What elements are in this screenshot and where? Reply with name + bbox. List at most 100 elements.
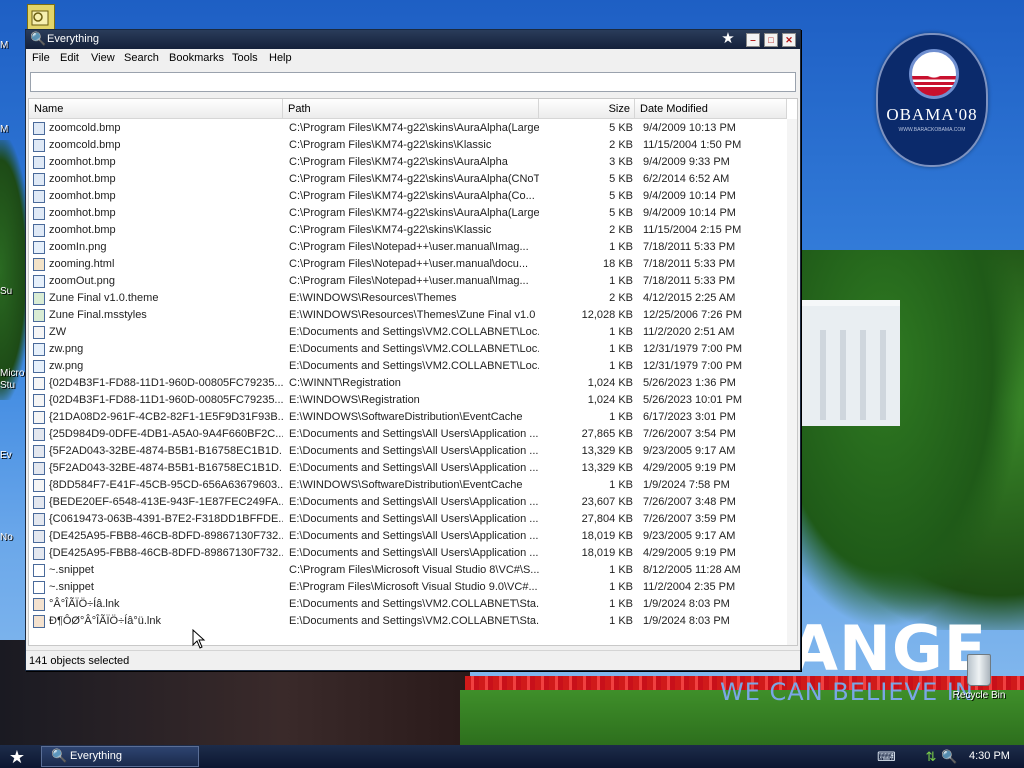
cell-size: 1 KB xyxy=(609,326,633,338)
menu-view[interactable]: View xyxy=(91,52,115,64)
status-bar: 141 objects selected xyxy=(26,650,800,670)
generic-file-icon xyxy=(33,377,45,390)
table-row[interactable]: {8DD584F7-E41F-45CB-95CD-656A63679603...… xyxy=(29,477,787,494)
installer-file-icon xyxy=(33,530,45,543)
cell-date: 9/23/2005 9:17 AM xyxy=(643,530,736,542)
column-header-name[interactable]: Name xyxy=(29,99,283,119)
table-row[interactable]: {02D4B3F1-FD88-11D1-960D-00805FC79235...… xyxy=(29,375,787,392)
column-header-size[interactable]: Size xyxy=(539,99,635,119)
cell-date: 7/26/2007 3:59 PM xyxy=(643,513,736,525)
search-input[interactable] xyxy=(30,72,796,92)
table-row[interactable]: {02D4B3F1-FD88-11D1-960D-00805FC79235...… xyxy=(29,392,787,409)
vertical-scrollbar[interactable] xyxy=(787,119,797,645)
cell-date: 11/15/2004 2:15 PM xyxy=(643,224,742,236)
star-icon[interactable]: ★ xyxy=(720,31,736,47)
table-row[interactable]: zw.png E:\Documents and Settings\VM2.COLL… xyxy=(29,358,787,375)
cell-path: E:\WINDOWS\Resources\Themes\Zune Final v… xyxy=(289,309,536,321)
menu-edit[interactable]: Edit xyxy=(60,52,79,64)
cell-path: E:\Documents and Settings\VM2.COLLABNET\… xyxy=(289,615,539,627)
desktop-icon-label[interactable]: M xyxy=(0,40,8,51)
cell-path: E:\Documents and Settings\All Users\Appl… xyxy=(289,496,539,508)
clock[interactable]: 4:30 PM xyxy=(969,750,1010,762)
cell-size: 1 KB xyxy=(609,479,633,491)
desktop-icon-label[interactable]: Su xyxy=(0,286,12,297)
cell-name: Ð¶ÔØ°Â°ÎÃÏÖ÷Íâ°ü.lnk xyxy=(49,615,161,627)
recycle-bin[interactable]: Recycle Bin xyxy=(944,654,1014,701)
table-row[interactable]: {BEDE20EF-6548-413E-943F-1E87FEC249FA...… xyxy=(29,494,787,511)
table-row[interactable]: zoomIn.png C:\Program Files\Notepad++\use… xyxy=(29,239,787,256)
desktop-icon-label[interactable]: M xyxy=(0,124,8,135)
taskbar-button-everything[interactable]: 🔍 Everything xyxy=(41,746,199,767)
column-header-path[interactable]: Path xyxy=(283,99,539,119)
cell-date: 8/12/2005 11:28 AM xyxy=(643,564,741,576)
table-row[interactable]: {DE425A95-FBB8-46CB-8DFD-89867130F732...… xyxy=(29,545,787,562)
building-column xyxy=(820,330,826,420)
desktop-icon-label[interactable]: Micro xyxy=(0,368,24,379)
table-row[interactable]: zoomhot.bmp C:\Program Files\KM74-g22\ski… xyxy=(29,222,787,239)
installer-file-icon xyxy=(33,445,45,458)
close-button[interactable]: ✕ xyxy=(782,33,796,47)
text-file-icon xyxy=(33,564,45,577)
network-icon[interactable]: ⇅ xyxy=(923,749,939,765)
shortcut-file-icon xyxy=(33,615,45,628)
table-row[interactable]: Ð¶ÔØ°Â°ÎÃÏÖ÷Íâ°ü.lnk E:\Documents and Set… xyxy=(29,613,787,630)
table-row[interactable]: {5F2AD043-32BE-4874-B5B1-B16758EC1B1D...… xyxy=(29,460,787,477)
cell-path: E:\Documents and Settings\All Users\Appl… xyxy=(289,547,539,559)
table-row[interactable]: Zune Final.msstyles E:\WINDOWS\Resources\… xyxy=(29,307,787,324)
menu-tools[interactable]: Tools xyxy=(232,52,258,64)
table-row[interactable]: {DE425A95-FBB8-46CB-8DFD-89867130F732...… xyxy=(29,528,787,545)
menu-file[interactable]: File xyxy=(32,52,50,64)
desktop-icon-label[interactable]: Stu xyxy=(0,380,15,391)
table-row[interactable]: Zune Final v1.0.theme E:\WINDOWS\Resource… xyxy=(29,290,787,307)
building-column xyxy=(860,330,866,420)
column-header-date[interactable]: Date Modified xyxy=(635,99,787,119)
cell-size: 2 KB xyxy=(609,224,633,236)
maximize-button[interactable]: □ xyxy=(764,33,778,47)
image-file-icon xyxy=(33,343,45,356)
table-row[interactable]: zoomcold.bmp C:\Program Files\KM74-g22\sk… xyxy=(29,120,787,137)
cell-size: 1 KB xyxy=(609,581,633,593)
cell-date: 7/18/2011 5:33 PM xyxy=(643,275,736,287)
table-row[interactable]: zooming.html C:\Program Files\Notepad++\u… xyxy=(29,256,787,273)
desktop-icon-label[interactable]: No xyxy=(0,532,13,543)
menu-help[interactable]: Help xyxy=(269,52,292,64)
table-row[interactable]: zoomcold.bmp C:\Program Files\KM74-g22\sk… xyxy=(29,137,787,154)
table-row[interactable]: zoomhot.bmp C:\Program Files\KM74-g22\ski… xyxy=(29,188,787,205)
menu-search[interactable]: Search xyxy=(124,52,159,64)
table-row[interactable]: ~.snippet C:\Program Files\Microsoft Visu… xyxy=(29,562,787,579)
menu-bookmarks[interactable]: Bookmarks xyxy=(169,52,224,64)
keyboard-icon[interactable]: ⌨ xyxy=(877,749,896,765)
table-row[interactable]: {21DA08D2-961F-4CB2-82F1-1E5F9D31F93B...… xyxy=(29,409,787,426)
cell-name: zoomOut.png xyxy=(49,275,116,287)
table-row[interactable]: zoomhot.bmp C:\Program Files\KM74-g22\ski… xyxy=(29,154,787,171)
desktop-icon-label[interactable]: Ev xyxy=(0,450,12,461)
text-file-icon xyxy=(33,581,45,594)
title-bar[interactable]: 🔍 Everything ★ ‒ □ ✕ xyxy=(26,30,800,49)
table-row[interactable]: zoomOut.png C:\Program Files\Notepad++\us… xyxy=(29,273,787,290)
cell-name: °Â°ÎÃÏÖ÷Íâ.lnk xyxy=(49,598,120,610)
cell-size: 5 KB xyxy=(609,207,633,219)
cell-name: {21DA08D2-961F-4CB2-82F1-1E5F9D31F93B... xyxy=(49,411,283,423)
table-row[interactable]: zw.png E:\Documents and Settings\VM2.COLL… xyxy=(29,341,787,358)
table-row[interactable]: °Â°ÎÃÏÖ÷Íâ.lnk E:\Documents and Settings\… xyxy=(29,596,787,613)
table-row[interactable]: {C0619473-063B-4391-B7E2-F318DD1BFFDE...… xyxy=(29,511,787,528)
cell-path: E:\Documents and Settings\VM2.COLLABNET\… xyxy=(289,598,539,610)
start-button[interactable]: ★ xyxy=(6,746,28,768)
table-row[interactable]: {5F2AD043-32BE-4874-B5B1-B16758EC1B1D...… xyxy=(29,443,787,460)
table-row[interactable]: {25D984D9-0DFE-4DB1-A5A0-9A4F660BF2C... E… xyxy=(29,426,787,443)
minimize-button[interactable]: ‒ xyxy=(746,33,760,47)
cell-date: 7/18/2011 5:33 PM xyxy=(643,258,736,270)
cell-name: ZW xyxy=(49,326,67,338)
table-row[interactable]: zoomhot.bmp C:\Program Files\KM74-g22\ski… xyxy=(29,205,787,222)
cell-name: {25D984D9-0DFE-4DB1-A5A0-9A4F660BF2C... xyxy=(49,428,283,440)
table-row[interactable]: ZW E:\Documents and Settings\VM2.COLLABNE… xyxy=(29,324,787,341)
cell-path: E:\Documents and Settings\All Users\Appl… xyxy=(289,530,539,542)
installer-file-icon xyxy=(33,462,45,475)
results-list[interactable]: Name Path Size Date Modified zoomcold.bm… xyxy=(28,98,798,646)
magnifier-icon[interactable]: 🔍 xyxy=(941,749,957,765)
table-row[interactable]: zoomhot.bmp C:\Program Files\KM74-g22\ski… xyxy=(29,171,787,188)
cell-name: {DE425A95-FBB8-46CB-8DFD-89867130F732... xyxy=(49,530,283,542)
cell-size: 1 KB xyxy=(609,564,633,576)
cell-date: 6/17/2023 3:01 PM xyxy=(643,411,736,423)
table-row[interactable]: ~.snippet E:\Program Files\Microsoft Visu… xyxy=(29,579,787,596)
